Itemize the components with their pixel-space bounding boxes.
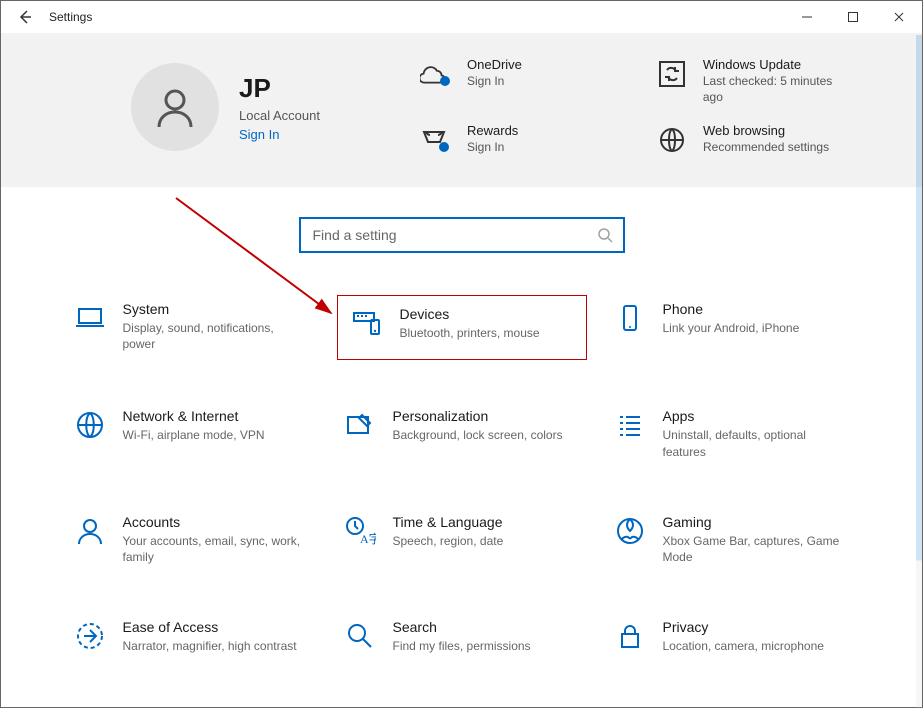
rewards-title: Rewards (467, 123, 518, 138)
title-bar: Settings (1, 1, 922, 33)
paint-icon (343, 408, 377, 442)
ease-of-access-icon (73, 619, 107, 653)
user-meta: JP Local Account Sign In (239, 73, 320, 142)
globe-icon (73, 408, 107, 442)
category-title: Search (393, 619, 531, 635)
category-title: Accounts (123, 514, 303, 530)
category-desc: Background, lock screen, colors (393, 427, 563, 443)
search-wrap (1, 217, 922, 253)
rewards-icon (419, 123, 453, 157)
category-desc: Uninstall, defaults, optional features (663, 427, 843, 459)
category-title: Time & Language (393, 514, 504, 530)
phone-icon (613, 301, 647, 335)
onedrive-sub: Sign In (467, 74, 522, 90)
category-desc: Speech, region, date (393, 533, 504, 549)
category-desc: Xbox Game Bar, captures, Game Mode (663, 533, 843, 565)
avatar (131, 63, 219, 151)
back-arrow-icon (17, 9, 33, 25)
user-icon (151, 83, 199, 131)
category-devices[interactable]: Devices Bluetooth, printers, mouse (337, 295, 587, 360)
header-cards: OneDrive Sign In Windows Update Last che… (419, 57, 855, 157)
minimize-icon (801, 11, 813, 23)
onedrive-card[interactable]: OneDrive Sign In (419, 57, 619, 105)
category-ease-of-access[interactable]: Ease of Access Narrator, magnifier, high… (67, 613, 317, 660)
maximize-icon (847, 11, 859, 23)
account-icon (73, 514, 107, 548)
category-desc: Narrator, magnifier, high contrast (123, 638, 297, 654)
category-title: System (123, 301, 303, 317)
globe-icon (655, 123, 689, 157)
category-title: Gaming (663, 514, 843, 530)
category-desc: Display, sound, notifications, power (123, 320, 303, 352)
svg-text:A字: A字 (360, 531, 376, 546)
category-desc: Find my files, permissions (393, 638, 531, 654)
category-desc: Wi-Fi, airplane mode, VPN (123, 427, 265, 443)
rewards-card[interactable]: Rewards Sign In (419, 123, 619, 157)
category-title: Personalization (393, 408, 563, 424)
category-network[interactable]: Network & Internet Wi-Fi, airplane mode,… (67, 402, 317, 465)
category-title: Devices (400, 306, 540, 322)
category-title: Apps (663, 408, 843, 424)
category-system[interactable]: System Display, sound, notifications, po… (67, 295, 317, 360)
category-title: Network & Internet (123, 408, 265, 424)
laptop-icon (73, 301, 107, 335)
web-browsing-card[interactable]: Web browsing Recommended settings (655, 123, 855, 157)
time-language-icon: A字 (343, 514, 377, 548)
category-title: Phone (663, 301, 800, 317)
sign-in-link[interactable]: Sign In (239, 127, 320, 142)
search-box[interactable] (299, 217, 625, 253)
close-button[interactable] (876, 1, 922, 33)
devices-icon (350, 306, 384, 340)
maximize-button[interactable] (830, 1, 876, 33)
apps-list-icon (613, 408, 647, 442)
categories-grid: System Display, sound, notifications, po… (1, 253, 922, 670)
close-icon (893, 11, 905, 23)
web-browsing-sub: Recommended settings (703, 140, 829, 156)
search-input[interactable] (311, 226, 597, 244)
window-controls (784, 1, 922, 33)
gaming-icon (613, 514, 647, 548)
rewards-sub: Sign In (467, 140, 518, 156)
user-block: JP Local Account Sign In (131, 57, 391, 157)
category-apps[interactable]: Apps Uninstall, defaults, optional featu… (607, 402, 857, 465)
window-title: Settings (49, 10, 92, 24)
category-title: Privacy (663, 619, 824, 635)
category-desc: Your accounts, email, sync, work, family (123, 533, 303, 565)
category-desc: Bluetooth, printers, mouse (400, 325, 540, 341)
back-button[interactable] (1, 1, 49, 33)
cloud-icon (419, 57, 453, 91)
category-search[interactable]: Search Find my files, permissions (337, 613, 587, 660)
minimize-button[interactable] (784, 1, 830, 33)
category-time-language[interactable]: A字 Time & Language Speech, region, date (337, 508, 587, 571)
category-privacy[interactable]: Privacy Location, camera, microphone (607, 613, 857, 660)
category-desc: Location, camera, microphone (663, 638, 824, 654)
windows-update-card[interactable]: Windows Update Last checked: 5 minutes a… (655, 57, 855, 105)
category-personalization[interactable]: Personalization Background, lock screen,… (337, 402, 587, 465)
onedrive-title: OneDrive (467, 57, 522, 72)
magnifier-icon (343, 619, 377, 653)
web-browsing-title: Web browsing (703, 123, 829, 138)
user-name: JP (239, 73, 320, 104)
scrollbar[interactable] (916, 35, 922, 709)
category-gaming[interactable]: Gaming Xbox Game Bar, captures, Game Mod… (607, 508, 857, 571)
windows-update-title: Windows Update (703, 57, 855, 72)
update-icon (655, 57, 689, 91)
category-desc: Link your Android, iPhone (663, 320, 800, 336)
category-phone[interactable]: Phone Link your Android, iPhone (607, 295, 857, 360)
category-title: Ease of Access (123, 619, 297, 635)
lock-icon (613, 619, 647, 653)
account-header: JP Local Account Sign In OneDrive Sign I… (1, 33, 922, 187)
search-icon (597, 227, 613, 243)
windows-update-sub: Last checked: 5 minutes ago (703, 74, 855, 105)
category-accounts[interactable]: Accounts Your accounts, email, sync, wor… (67, 508, 317, 571)
user-account-type: Local Account (239, 108, 320, 123)
